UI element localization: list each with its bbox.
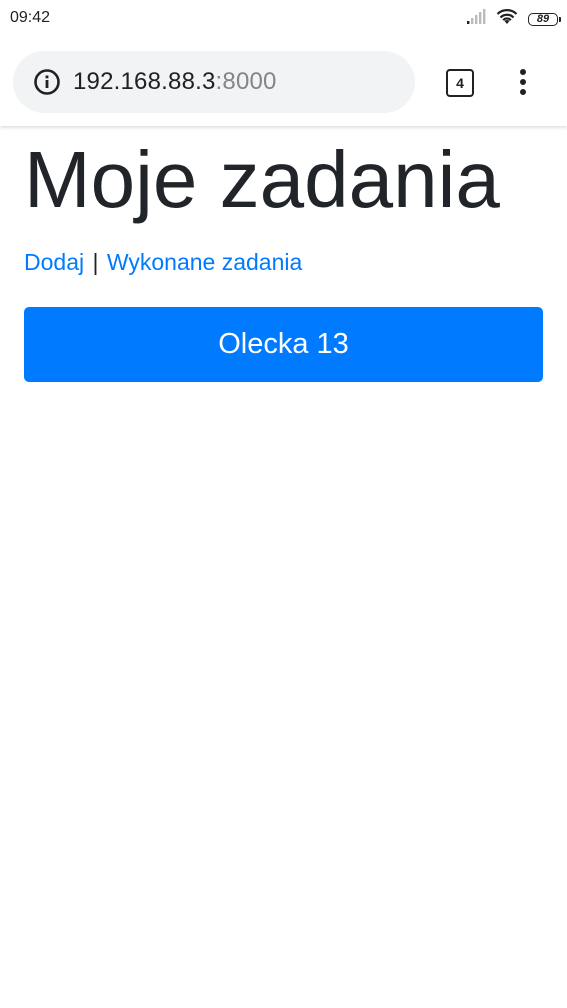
- address-bar[interactable]: 192.168.88.3:8000: [13, 51, 415, 113]
- url-host: 192.168.88.3: [73, 68, 216, 95]
- tabs-icon[interactable]: 4: [446, 69, 474, 97]
- url-text[interactable]: 192.168.88.3:8000: [73, 68, 277, 96]
- add-link[interactable]: Dodaj: [24, 249, 84, 275]
- wifi-icon: [496, 8, 518, 30]
- link-separator: |: [92, 249, 99, 275]
- url-port: :8000: [215, 68, 277, 95]
- web-page: Moje zadania Dodaj | Wykonane zadania Ol…: [0, 126, 567, 1008]
- status-bar: 09:42 89: [0, 0, 567, 38]
- page-title: Moje zadania: [24, 135, 500, 224]
- phone-screen: 09:42 89 192.168.88.3:8000 4 Moje zadani…: [0, 0, 567, 1008]
- info-icon[interactable]: [33, 68, 61, 96]
- signal-icon: [466, 8, 486, 30]
- overflow-menu-icon[interactable]: [510, 66, 536, 98]
- tab-count: 4: [456, 75, 464, 91]
- nav-links: Dodaj | Wykonane zadania: [24, 247, 302, 277]
- battery-icon: 89: [528, 12, 561, 26]
- browser-toolbar: 192.168.88.3:8000 4: [0, 38, 567, 126]
- status-time: 09:42: [10, 9, 51, 26]
- status-icons: 89: [466, 8, 561, 30]
- task-button[interactable]: Olecka 13: [24, 307, 543, 382]
- battery-level: 89: [536, 13, 550, 25]
- completed-tasks-link[interactable]: Wykonane zadania: [107, 249, 302, 275]
